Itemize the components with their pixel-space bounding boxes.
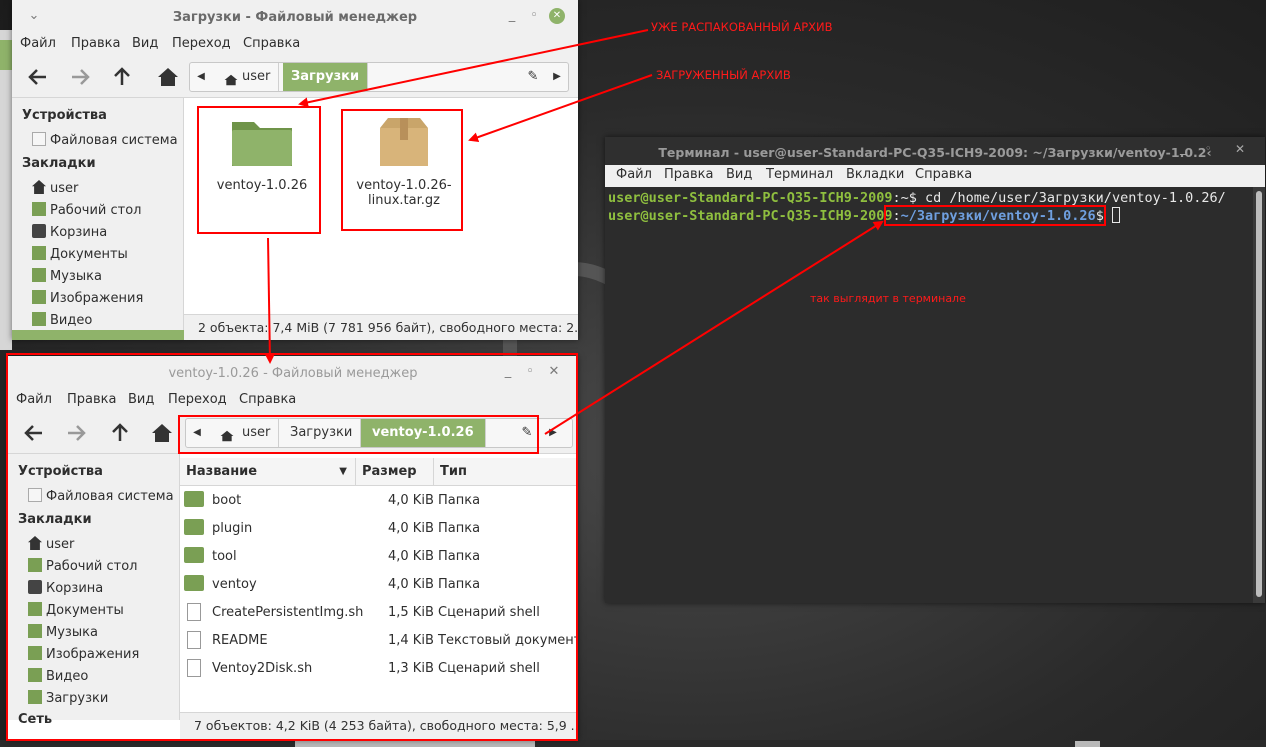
highlight-archive — [341, 109, 463, 231]
scrollbar[interactable] — [1253, 187, 1265, 603]
minimize-button[interactable]: _ — [504, 8, 520, 24]
terminal-screen[interactable]: user@user-Standard-PC-Q35-ICH9-2009:~$ c… — [605, 187, 1253, 603]
sidebar-header-devices: Устройства — [22, 108, 107, 123]
menu-edit[interactable]: Правка — [664, 167, 713, 182]
forward-arrow-icon[interactable] — [68, 65, 92, 89]
menu-bar: Файл Правка Вид Терминал Вкладки Справка — [605, 165, 1265, 187]
title-bar: ⌄ Загрузки - Файловый менеджер _ ◦ ✕ — [12, 0, 578, 34]
menu-view[interactable]: Вид — [726, 167, 752, 182]
home-icon — [224, 74, 238, 86]
documents-folder-icon — [32, 246, 46, 260]
desktop-folder-icon — [32, 202, 46, 216]
close-button[interactable]: ✕ — [1235, 142, 1245, 156]
window-title: Терминал - user@user-Standard-PC-Q35-ICH… — [658, 145, 1212, 160]
drive-icon — [32, 132, 46, 146]
annotation-downloaded: ЗАГРУЖЕННЫЙ АРХИВ — [656, 68, 791, 82]
menu-bar: Файл Правка Вид Переход Справка — [12, 34, 578, 56]
menu-file[interactable]: Файл — [616, 167, 652, 182]
annotation-terminal-note: так выглядит в терминале — [810, 292, 966, 305]
menu-tabs[interactable]: Вкладки — [846, 167, 904, 182]
path-right-arrow-icon[interactable]: ▶ — [546, 63, 568, 91]
close-button[interactable]: ✕ — [549, 8, 565, 24]
menu-help[interactable]: Справка — [243, 36, 300, 51]
videos-folder-icon — [32, 312, 46, 326]
text-cursor — [1111, 207, 1120, 223]
back-arrow-icon[interactable] — [26, 65, 50, 89]
sidebar-selected-row — [12, 330, 184, 340]
highlight-ventoy-window — [6, 353, 578, 741]
sidebar: Устройства Файловая система Закладки use… — [12, 98, 184, 340]
status-bar: 2 объекта: 7,4 MiB (7 781 956 байт), сво… — [184, 314, 578, 340]
highlight-unpacked-folder — [197, 106, 321, 234]
menu-view[interactable]: Вид — [132, 36, 158, 51]
sidebar-item-desktop[interactable]: Рабочий стол — [32, 202, 141, 222]
home-icon[interactable] — [156, 65, 180, 89]
sidebar-item-user[interactable]: user — [32, 180, 78, 200]
background-window-strip — [0, 30, 12, 350]
toolbar: ◀ user Загрузки ✎ ▶ — [12, 56, 578, 98]
pictures-folder-icon — [32, 290, 46, 304]
sidebar-item-trash[interactable]: Корзина — [32, 224, 107, 244]
menu-go[interactable]: Переход — [172, 36, 231, 51]
annotation-unpacked: УЖЕ РАСПАКОВАННЫЙ АРХИВ — [651, 20, 833, 34]
sidebar-item-filesystem[interactable]: Файловая система — [32, 132, 178, 152]
highlight-terminal-path — [884, 205, 1106, 226]
sidebar-item-music[interactable]: Музыка — [32, 268, 102, 288]
menu-help[interactable]: Справка — [915, 167, 972, 182]
up-arrow-icon[interactable] — [110, 65, 134, 89]
sidebar-header-bookmarks: Закладки — [22, 156, 96, 171]
sidebar-item-videos[interactable]: Видео — [32, 312, 92, 332]
path-left-arrow-icon[interactable]: ◀ — [190, 63, 212, 91]
music-folder-icon — [32, 268, 46, 282]
path-segment-downloads[interactable]: Загрузки — [283, 63, 369, 91]
menu-file[interactable]: Файл — [20, 36, 56, 51]
sidebar-item-documents[interactable]: Документы — [32, 246, 128, 266]
minimize-button[interactable]: _ — [1180, 141, 1187, 156]
edit-path-pencil-icon[interactable]: ✎ — [522, 63, 544, 91]
maximize-button[interactable]: ◦ — [1205, 142, 1212, 155]
home-icon — [32, 180, 46, 194]
trash-icon — [32, 224, 46, 238]
taskbar — [0, 740, 1266, 747]
maximize-button[interactable]: ◦ — [526, 8, 542, 24]
path-bar: ◀ user Загрузки ✎ ▶ — [189, 62, 569, 92]
menu-edit[interactable]: Правка — [71, 36, 120, 51]
window-title: Загрузки - Файловый менеджер — [172, 10, 418, 25]
highlight-path-bar — [178, 415, 539, 454]
sidebar-item-pictures[interactable]: Изображения — [32, 290, 143, 310]
menu-terminal[interactable]: Терминал — [766, 167, 833, 182]
